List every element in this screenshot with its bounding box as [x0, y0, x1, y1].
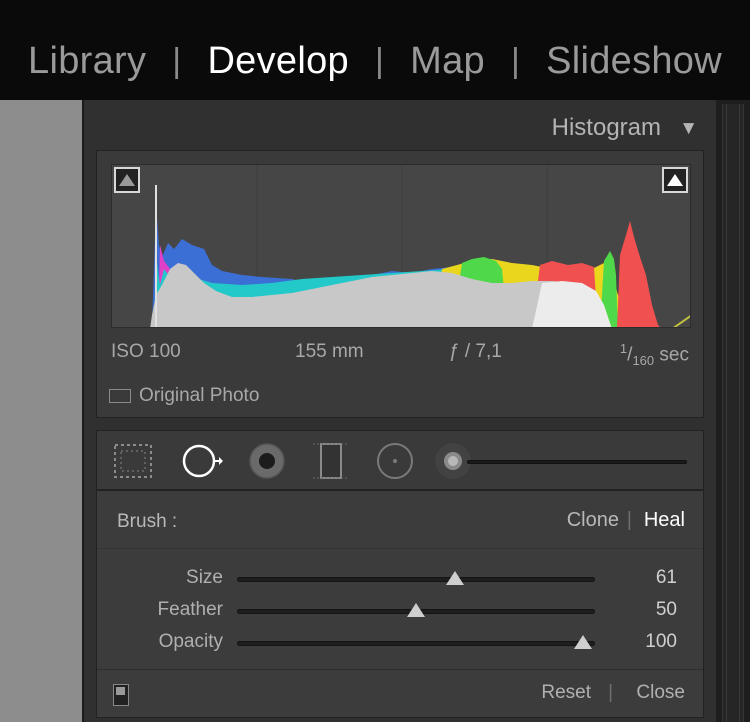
opacity-label: Opacity — [158, 631, 223, 652]
feather-slider-thumb[interactable] — [407, 603, 425, 617]
checkbox-icon[interactable] — [109, 389, 131, 403]
shutter-denominator: 160 — [632, 353, 655, 369]
close-button[interactable]: Close — [636, 682, 685, 704]
brush-mode-row: Brush : Clone | Heal — [97, 491, 703, 549]
histogram-panel: ISO 100 155 mm ƒ / 7,1 1/160 sec Origina… — [96, 150, 704, 418]
tool-strip — [96, 430, 704, 490]
highlight-clipping-toggle[interactable] — [662, 167, 688, 193]
reset-button[interactable]: Reset — [541, 682, 591, 704]
panel-scrollbar[interactable] — [716, 100, 750, 722]
size-value[interactable]: 61 — [656, 567, 677, 589]
iso-value: ISO 100 — [111, 341, 181, 362]
panel-enable-toggle[interactable] — [113, 684, 129, 706]
brush-size-track[interactable] — [467, 460, 687, 464]
red-eye-icon[interactable] — [245, 441, 289, 481]
histogram-graph[interactable] — [111, 164, 691, 328]
brush-footer: Reset | Close — [97, 669, 703, 717]
size-slider-row: Size 61 — [97, 563, 703, 593]
size-slider-track[interactable] — [237, 577, 595, 582]
module-picker: Library | Develop | Map | Slideshow — [28, 40, 722, 83]
size-label: Size — [186, 567, 223, 588]
feather-label: Feather — [157, 599, 223, 620]
scrollbar-line — [726, 104, 727, 722]
spot-removal-icon[interactable] — [179, 441, 223, 481]
brush-label: Brush : — [117, 511, 178, 532]
opacity-value[interactable]: 100 — [645, 631, 677, 653]
right-panel: Histogram ▼ ISO 100 155 mm ƒ / 7,1 1/160… — [84, 100, 716, 722]
module-separator: | — [172, 42, 182, 80]
module-slideshow[interactable]: Slideshow — [546, 40, 722, 83]
scrollbar-line — [739, 104, 740, 722]
opacity-slider-track[interactable] — [237, 641, 595, 646]
module-library[interactable]: Library — [28, 40, 146, 83]
shutter-speed-value: 1/160 sec — [619, 341, 689, 369]
histogram-svg — [150, 165, 690, 327]
crop-overlay-icon[interactable] — [111, 441, 155, 481]
shutter-unit: sec — [659, 344, 689, 366]
image-preview-area[interactable] — [0, 100, 82, 722]
feather-slider-row: Feather 50 — [97, 595, 703, 625]
spot-removal-settings: Brush : Clone | Heal Size 61 Feather 50 … — [96, 490, 704, 718]
mode-separator: | — [626, 509, 632, 531]
mode-heal-button[interactable]: Heal — [644, 509, 685, 532]
module-picker-bar: Library | Develop | Map | Slideshow — [0, 0, 750, 100]
graduated-filter-icon[interactable] — [309, 441, 353, 481]
aperture-value: ƒ / 7,1 — [449, 341, 502, 362]
size-slider-thumb[interactable] — [446, 571, 465, 585]
histogram-header[interactable]: Histogram ▼ — [84, 100, 716, 150]
feather-value[interactable]: 50 — [656, 599, 677, 621]
module-map[interactable]: Map — [410, 40, 485, 83]
shadow-clipping-toggle[interactable] — [114, 167, 140, 193]
histogram-title: Histogram — [551, 114, 661, 141]
original-photo-label: Original Photo — [139, 385, 260, 406]
module-separator: | — [374, 42, 385, 80]
radial-filter-icon[interactable] — [373, 441, 417, 481]
focal-length-value: 155 mm — [295, 341, 364, 362]
mode-clone-button[interactable]: Clone — [567, 509, 619, 532]
opacity-slider-row: Opacity 100 — [97, 627, 703, 657]
triangle-up-icon — [119, 174, 135, 186]
triangle-up-icon — [667, 174, 683, 186]
footer-separator: | — [608, 682, 613, 703]
module-develop[interactable]: Develop — [207, 40, 349, 83]
module-separator: | — [510, 42, 521, 80]
triangle-down-icon[interactable]: ▼ — [679, 118, 698, 140]
opacity-slider-thumb[interactable] — [574, 635, 592, 649]
original-photo-toggle[interactable]: Original Photo — [109, 385, 259, 407]
